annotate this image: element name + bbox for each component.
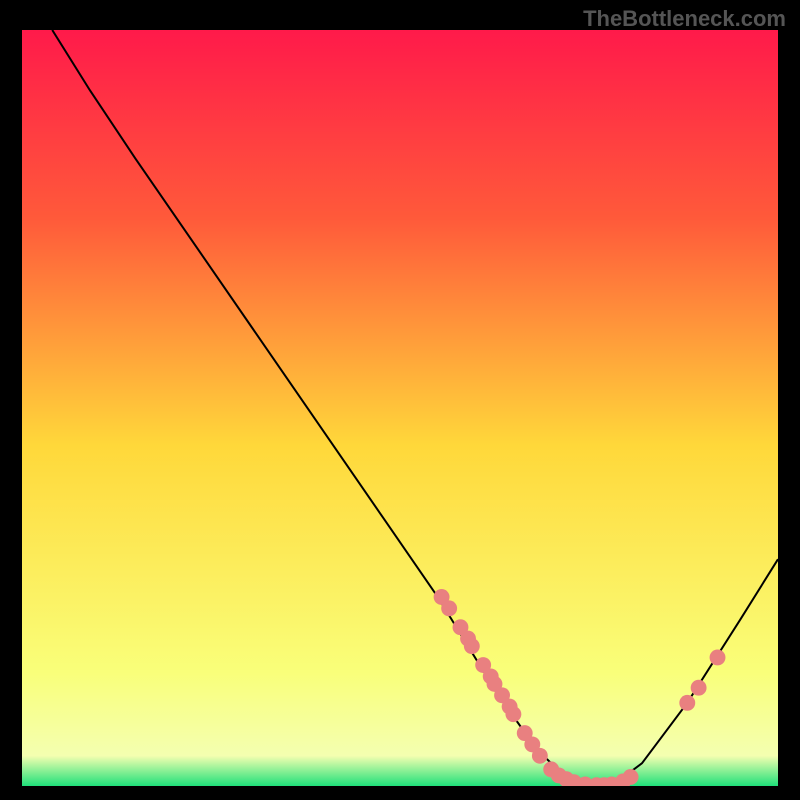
data-point: [464, 638, 480, 654]
data-point: [710, 650, 726, 666]
chart-svg: [22, 30, 778, 786]
data-point: [532, 748, 548, 764]
chart-container: [22, 30, 778, 786]
data-point: [505, 706, 521, 722]
data-point: [679, 695, 695, 711]
data-point: [623, 769, 639, 785]
watermark-text: TheBottleneck.com: [583, 6, 786, 32]
data-point: [441, 600, 457, 616]
data-point: [691, 680, 707, 696]
chart-background: [22, 30, 778, 786]
